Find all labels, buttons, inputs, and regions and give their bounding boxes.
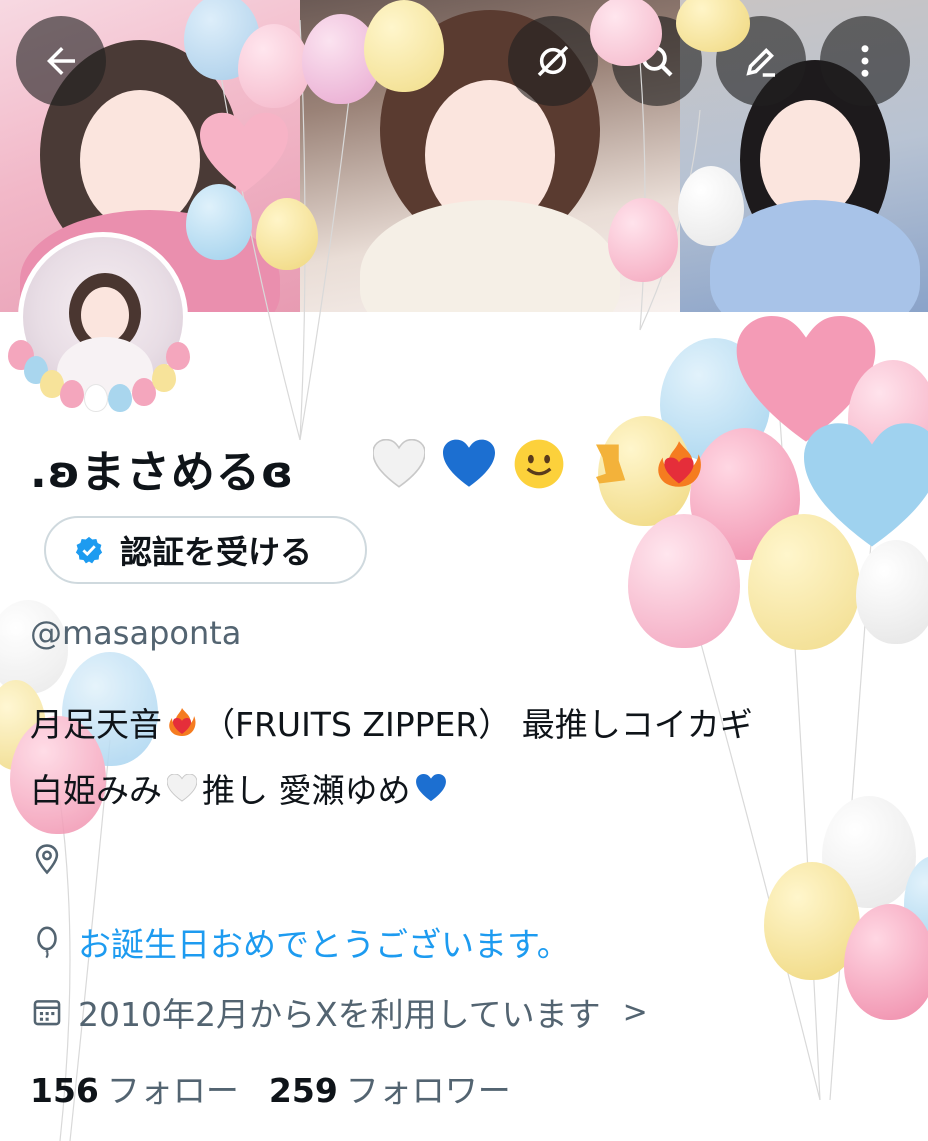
location-row [30,842,64,876]
chevron-right-icon: > [622,994,648,1030]
edit-icon [746,48,775,77]
get-verified-button[interactable]: 認証を受ける [44,516,367,584]
following-label: フォロー [106,1071,239,1110]
join-date-text: 2010年2月からXを利用しています [78,995,601,1034]
more-vertical-icon [861,45,869,77]
birthday-text[interactable]: お誕生日おめでとうございます。 [78,918,570,966]
translate-off-button[interactable] [508,16,598,106]
arrow-left-icon [47,47,75,75]
followers-label: フォロワー [345,1071,511,1110]
follow-stats: 156 フォロー 259 フォロワー [30,1064,511,1112]
blue-heart-emoji [440,435,498,493]
username-handle: @masaponta [30,614,242,652]
white-heart-emoji [164,770,200,806]
verified-badge-icon [75,536,103,564]
heart-on-fire-emoji [164,704,200,740]
leg-emoji [580,435,638,493]
bio-text: 推し 愛瀬ゆめ [202,771,411,810]
join-date-row[interactable]: 2010年2月からXを利用しています > [30,988,648,1036]
get-verified-label: 認証を受ける [120,533,313,571]
blue-heart-emoji [413,770,449,806]
balloon-icon [37,926,57,959]
smiling-face-emoji [510,435,568,493]
bio-text: 白姫みみ [30,771,162,810]
translate-off-icon [537,45,569,77]
back-button[interactable] [16,16,106,106]
followers-count: 259 [268,1071,338,1110]
following-link[interactable]: 156 フォロー [30,1064,239,1112]
bio-line-1: 月足天音 （FRUITS ZIPPER） 最推しコイカギ [30,698,753,746]
following-count: 156 [30,1071,99,1110]
followers-link[interactable]: 259 フォロワー [269,1064,511,1112]
birthday-row[interactable]: お誕生日おめでとうございます。 [30,918,570,966]
bio-line-2: 白姫みみ 推し 愛瀬ゆめ [30,764,451,812]
bio-text: （FRUITS ZIPPER） 最推しコイカギ [202,705,753,744]
location-pin-icon [35,844,59,875]
more-button[interactable] [820,16,910,106]
display-name: .ʚまさめるɞ [30,447,295,498]
bio-text: 月足天音 [30,705,162,744]
white-heart-emoji [370,435,428,493]
name-emoji-row [370,432,708,496]
calendar-icon [33,1000,61,1026]
heart-on-fire-emoji [650,435,708,493]
